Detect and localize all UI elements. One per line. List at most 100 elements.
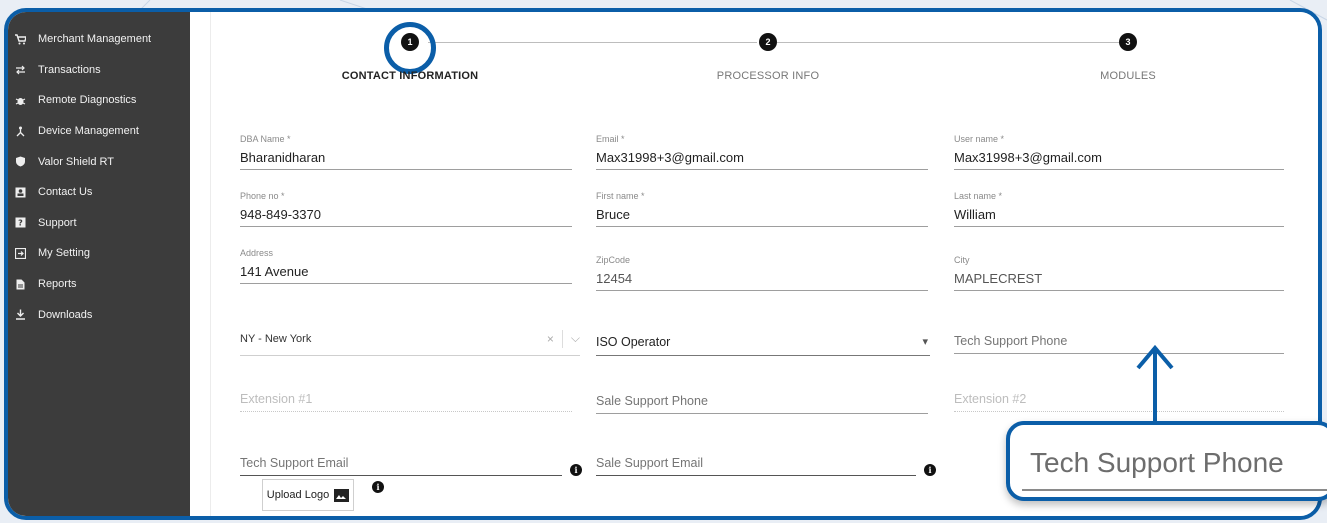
select-separator xyxy=(561,329,563,348)
step-2-circle[interactable]: 2 xyxy=(759,33,777,51)
sale-support-phone-field[interactable]: Sale Support Phone xyxy=(596,390,928,414)
first-name-input[interactable]: Bruce xyxy=(596,203,928,227)
field-label: Phone no * xyxy=(240,191,285,201)
chevron-down-icon[interactable]: ⌵ xyxy=(571,331,580,346)
extension-1-input[interactable]: Extension #1 xyxy=(240,388,572,412)
step-3-circle[interactable]: 3 xyxy=(1119,33,1137,51)
phone-input[interactable]: 948-849-3370 xyxy=(240,203,572,227)
cart-icon xyxy=(14,33,26,45)
field-label: Last name * xyxy=(954,191,1003,201)
sidebar-item-reports[interactable]: Reports xyxy=(8,269,190,300)
state-select-value: NY - New York xyxy=(240,332,312,345)
sidebar-item-support[interactable]: ? Support xyxy=(8,208,190,239)
extension-1-field[interactable]: Extension #1 xyxy=(240,388,572,412)
address-input[interactable]: 141 Avenue xyxy=(240,260,572,284)
field-label: First name * xyxy=(596,191,645,201)
user-name-field[interactable]: User name * Max31998+3@gmail.com xyxy=(954,134,1284,170)
sidebar-item-label: My Setting xyxy=(38,247,90,260)
dba-name-field[interactable]: DBA Name * Bharanidharan xyxy=(240,134,572,170)
field-label: User name * xyxy=(954,134,1005,144)
zipcode-field[interactable]: ZipCode 12454 xyxy=(596,255,928,291)
stepper: 1 2 3 CONTACT INFORMATION PROCESSOR INFO… xyxy=(190,12,1318,92)
info-icon[interactable]: i xyxy=(570,464,582,476)
step-number: 2 xyxy=(765,37,771,47)
sidebar-item-transactions[interactable]: Transactions xyxy=(8,55,190,86)
zipcode-input[interactable]: 12454 xyxy=(596,267,928,291)
sidebar-item-device-management[interactable]: Device Management xyxy=(8,116,190,147)
upload-logo-button[interactable]: Upload Logo xyxy=(262,479,354,511)
step-1-label[interactable]: CONTACT INFORMATION xyxy=(342,70,479,82)
role-select[interactable]: ISO Operator ▾ xyxy=(596,328,930,356)
extension-2-field[interactable]: Extension #2 xyxy=(954,388,1284,412)
bug-icon xyxy=(14,94,26,106)
sidebar-item-label: Merchant Management xyxy=(38,33,152,46)
sidebar-item-contact-us[interactable]: Contact Us xyxy=(8,177,190,208)
sidebar-item-label: Remote Diagnostics xyxy=(38,94,137,107)
settings-icon xyxy=(14,247,26,259)
report-icon xyxy=(14,278,26,290)
last-name-input[interactable]: William xyxy=(954,203,1284,227)
city-field[interactable]: City MAPLECREST xyxy=(954,255,1284,291)
last-name-field[interactable]: Last name * William xyxy=(954,191,1284,227)
field-label: ZipCode xyxy=(596,255,631,265)
step-2-label[interactable]: PROCESSOR INFO xyxy=(717,70,819,82)
sale-support-email-field[interactable]: Sale Support Email xyxy=(596,452,916,476)
tech-support-email-input[interactable]: Tech Support Email xyxy=(240,452,562,476)
tech-support-email-field[interactable]: Tech Support Email xyxy=(240,452,562,476)
upload-logo-label: Upload Logo xyxy=(266,489,330,501)
sidebar-item-label: Device Management xyxy=(38,125,139,138)
download-icon xyxy=(14,309,26,321)
step-number: 1 xyxy=(407,37,413,47)
sidebar-item-label: Reports xyxy=(38,278,77,291)
sidebar: Merchant Management Transactions Remote … xyxy=(8,12,190,516)
shield-icon xyxy=(14,156,26,168)
dba-name-input[interactable]: Bharanidharan xyxy=(240,146,572,170)
sidebar-item-label: Support xyxy=(38,216,77,229)
sidebar-item-downloads[interactable]: Downloads xyxy=(8,299,190,330)
user-name-input[interactable]: Max31998+3@gmail.com xyxy=(954,146,1284,170)
city-input[interactable]: MAPLECREST xyxy=(954,267,1284,291)
role-select-value: ISO Operator xyxy=(596,334,671,349)
field-label: DBA Name * xyxy=(240,134,291,144)
clear-icon[interactable]: × xyxy=(547,332,554,346)
dropdown-arrow-icon[interactable]: ▾ xyxy=(922,335,928,348)
svg-text:?: ? xyxy=(18,219,23,228)
sidebar-item-merchant-management[interactable]: Merchant Management xyxy=(8,24,190,55)
sidebar-item-label: Contact Us xyxy=(38,186,93,199)
sidebar-item-my-setting[interactable]: My Setting xyxy=(8,238,190,269)
callout-text: Tech Support Phone xyxy=(1030,447,1284,478)
info-icon[interactable]: i xyxy=(924,464,936,476)
sidebar-item-remote-diagnostics[interactable]: Remote Diagnostics xyxy=(8,85,190,116)
phone-field[interactable]: Phone no * 948-849-3370 xyxy=(240,191,572,227)
sidebar-item-valor-shield-rt[interactable]: Valor Shield RT xyxy=(8,146,190,177)
email-input[interactable]: Max31998+3@gmail.com xyxy=(596,146,928,170)
field-label: Email * xyxy=(596,134,625,144)
step-connector xyxy=(777,42,1119,43)
callout-arrow xyxy=(1136,344,1174,424)
sale-support-email-input[interactable]: Sale Support Email xyxy=(596,452,916,476)
first-name-field[interactable]: First name * Bruce xyxy=(596,191,928,227)
sale-support-phone-input[interactable]: Sale Support Phone xyxy=(596,390,928,414)
help-icon: ? xyxy=(14,217,26,229)
field-label: Address xyxy=(240,248,274,258)
state-select[interactable]: NY - New York × ⌵ xyxy=(240,322,580,356)
step-3-label[interactable]: MODULES xyxy=(1100,70,1156,82)
tech-support-phone-field[interactable]: Tech Support Phone xyxy=(954,330,1284,354)
address-field[interactable]: Address 141 Avenue xyxy=(240,248,572,284)
sidebar-item-label: Transactions xyxy=(38,63,101,76)
step-connector xyxy=(428,42,757,43)
step-1-circle[interactable]: 1 xyxy=(401,33,419,51)
sidebar-item-label: Downloads xyxy=(38,308,93,321)
sidebar-item-label: Valor Shield RT xyxy=(38,155,115,168)
tech-support-phone-input[interactable]: Tech Support Phone xyxy=(954,330,1284,354)
info-icon[interactable]: i xyxy=(372,481,384,493)
step-number: 3 xyxy=(1125,37,1131,47)
image-icon xyxy=(334,488,350,502)
callout-underline xyxy=(1022,489,1327,491)
contact-icon xyxy=(14,186,26,198)
transfer-icon xyxy=(14,64,26,76)
field-label: City xyxy=(954,255,970,265)
email-field[interactable]: Email * Max31998+3@gmail.com xyxy=(596,134,928,170)
zoom-callout: Tech Support Phone xyxy=(1006,421,1327,501)
extension-2-input[interactable]: Extension #2 xyxy=(954,388,1284,412)
